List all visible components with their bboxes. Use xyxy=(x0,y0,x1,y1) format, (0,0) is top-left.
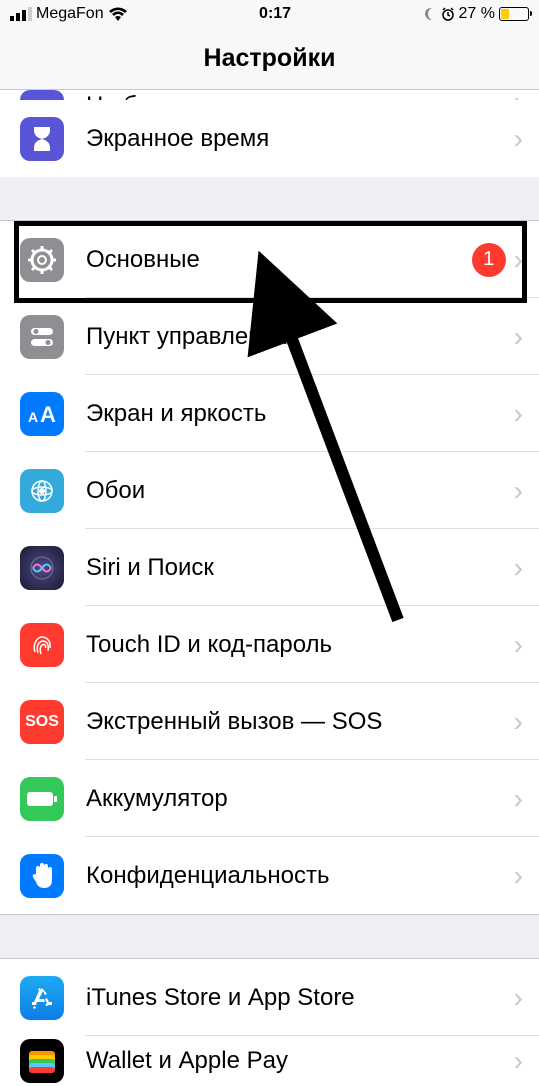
hand-icon xyxy=(20,854,64,898)
settings-item-siri[interactable]: Siri и Поиск › xyxy=(0,529,539,606)
item-label: Touch ID и код-пароль xyxy=(86,631,514,659)
wallpaper-icon xyxy=(20,469,64,513)
gear-icon xyxy=(20,238,64,282)
settings-item-control-center[interactable]: Пункт управления › xyxy=(0,298,539,375)
item-label: Экстренный вызов — SOS xyxy=(86,708,514,736)
svg-text:A: A xyxy=(40,402,56,426)
alarm-icon xyxy=(441,7,455,21)
chevron-right-icon: › xyxy=(514,475,539,507)
chevron-right-icon: › xyxy=(514,860,539,892)
item-label: Wallet и Apple Pay xyxy=(86,1047,514,1075)
settings-item-general[interactable]: Основные 1 › xyxy=(0,221,539,298)
status-bar: MegaFon 0:17 27 % xyxy=(0,0,539,28)
item-label: Не беспокоить xyxy=(86,92,514,100)
chevron-right-icon: › xyxy=(514,398,539,430)
chevron-right-icon: › xyxy=(514,552,539,584)
nav-header: Настройки xyxy=(0,28,539,90)
chevron-right-icon: › xyxy=(514,982,539,1014)
status-time: 0:17 xyxy=(259,5,291,23)
settings-item-wallpaper[interactable]: Обои › xyxy=(0,452,539,529)
chevron-right-icon: › xyxy=(514,90,539,100)
settings-item-appstore[interactable]: iTunes Store и App Store › xyxy=(0,959,539,1036)
appstore-icon xyxy=(20,976,64,1020)
chevron-right-icon: › xyxy=(514,1045,539,1077)
textsize-icon: AA xyxy=(20,392,64,436)
moon-icon xyxy=(20,90,64,100)
settings-item-wallet[interactable]: Wallet и Apple Pay › xyxy=(0,1036,539,1086)
item-label: Siri и Поиск xyxy=(86,554,514,582)
fingerprint-icon xyxy=(20,623,64,667)
sos-icon: SOS xyxy=(20,700,64,744)
item-label: Экранное время xyxy=(86,125,514,153)
chevron-right-icon: › xyxy=(514,783,539,815)
item-label: iTunes Store и App Store xyxy=(86,984,514,1012)
chevron-right-icon: › xyxy=(514,244,539,276)
svg-text:A: A xyxy=(28,409,38,425)
settings-item-screen-time[interactable]: Экранное время › xyxy=(0,100,539,177)
battery-large-icon xyxy=(20,777,64,821)
item-label: Пункт управления xyxy=(86,323,514,351)
item-label: Обои xyxy=(86,477,514,505)
notification-badge: 1 xyxy=(472,243,506,277)
item-label: Экран и яркость xyxy=(86,400,514,428)
chevron-right-icon: › xyxy=(514,321,539,353)
settings-item-sos[interactable]: SOS Экстренный вызов — SOS › xyxy=(0,683,539,760)
signal-icon xyxy=(10,7,32,21)
item-label: Основные xyxy=(86,246,472,274)
settings-item-dnd[interactable]: Не беспокоить › xyxy=(0,90,539,100)
settings-item-battery[interactable]: Аккумулятор › xyxy=(0,760,539,837)
settings-item-display[interactable]: AA Экран и яркость › xyxy=(0,375,539,452)
item-label: Конфиденциальность xyxy=(86,862,514,890)
item-label: Аккумулятор xyxy=(86,785,514,813)
wallet-icon xyxy=(20,1039,64,1083)
battery-icon xyxy=(499,7,529,21)
chevron-right-icon: › xyxy=(514,123,539,155)
wifi-icon xyxy=(108,7,128,22)
chevron-right-icon: › xyxy=(514,706,539,738)
switches-icon xyxy=(20,315,64,359)
carrier-label: MegaFon xyxy=(36,5,104,23)
battery-pct-label: 27 % xyxy=(459,5,495,23)
hourglass-icon xyxy=(20,117,64,161)
siri-icon xyxy=(20,546,64,590)
settings-item-touchid[interactable]: Touch ID и код-пароль › xyxy=(0,606,539,683)
page-title: Настройки xyxy=(204,44,336,73)
settings-item-privacy[interactable]: Конфиденциальность › xyxy=(0,837,539,914)
moon-icon xyxy=(423,7,437,21)
chevron-right-icon: › xyxy=(514,629,539,661)
